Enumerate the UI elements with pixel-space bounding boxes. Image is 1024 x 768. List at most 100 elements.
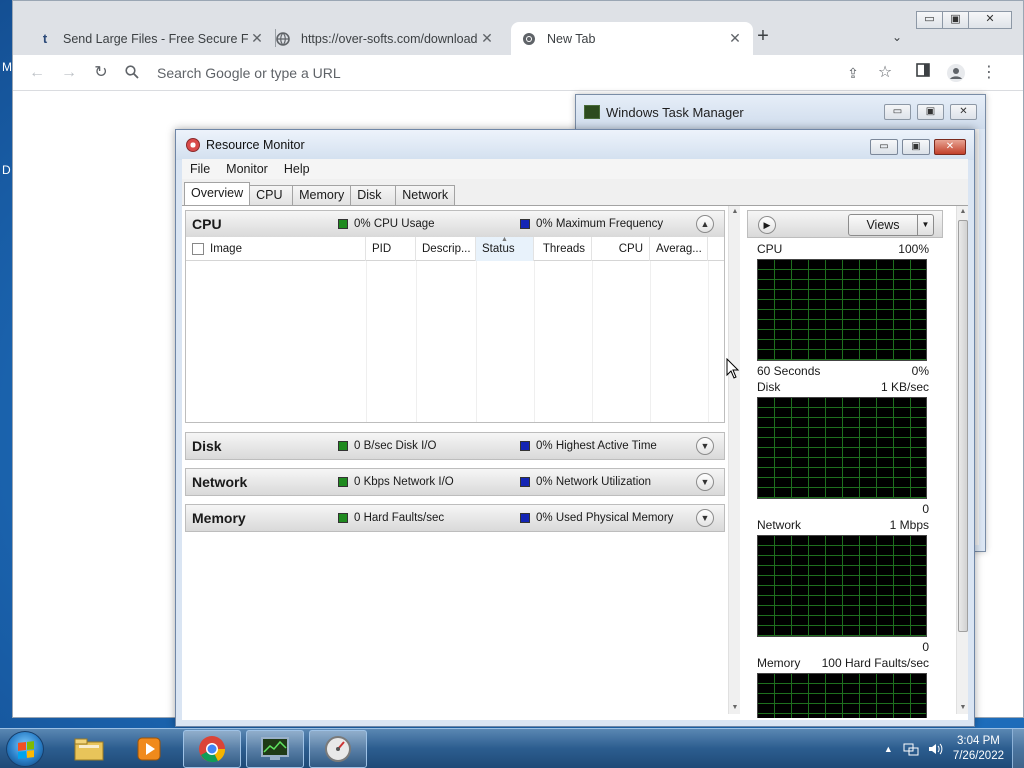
browser-tab[interactable]: t Send Large Files - Free Secure Fil ✕ bbox=[27, 22, 275, 55]
tab-search-button[interactable]: ⌄ bbox=[885, 25, 909, 49]
blue-swatch-icon bbox=[520, 441, 530, 451]
taskbar-explorer[interactable] bbox=[60, 730, 118, 768]
clock-time: 3:04 PM bbox=[957, 735, 1000, 747]
legend-blue: 0% Maximum Frequency bbox=[520, 218, 663, 230]
show-hidden-icons-icon[interactable]: ▲ bbox=[884, 744, 893, 754]
chevron-up-icon[interactable]: ▲ bbox=[696, 215, 714, 233]
green-swatch-icon bbox=[338, 219, 348, 229]
close-icon[interactable]: ✕ bbox=[479, 30, 495, 47]
network-section-header[interactable]: Network 0 Kbps Network I/O 0% Network Ut… bbox=[185, 468, 725, 496]
close-button[interactable]: ✕ bbox=[934, 139, 966, 155]
cpu-section-header[interactable]: CPU 0% CPU Usage 0% Maximum Frequency ▲ bbox=[185, 210, 725, 238]
column-image[interactable]: Image bbox=[186, 237, 366, 261]
minimize-button[interactable]: ▭ bbox=[884, 104, 911, 120]
maximize-button[interactable]: ▣ bbox=[942, 11, 969, 29]
menu-file[interactable]: File bbox=[182, 162, 218, 176]
bookmark-star-icon[interactable]: ☆ bbox=[875, 63, 895, 83]
blue-swatch-icon bbox=[520, 477, 530, 487]
taskbar-resource-monitor[interactable] bbox=[309, 730, 367, 768]
graph-max: 100% bbox=[898, 242, 929, 256]
left-pane-scrollbar[interactable]: ▲ ▼ bbox=[728, 206, 740, 714]
forward-icon[interactable]: → bbox=[59, 63, 79, 83]
memory-faults-text: 0 Hard Faults/sec bbox=[354, 512, 445, 524]
section-title: CPU bbox=[192, 216, 222, 232]
maximize-button[interactable]: ▣ bbox=[902, 139, 930, 155]
tab-disk[interactable]: Disk bbox=[350, 185, 397, 205]
reload-icon[interactable]: ↻ bbox=[91, 63, 111, 83]
omnibox[interactable]: Search Google or type a URL bbox=[121, 58, 881, 88]
column-average[interactable]: Averag... bbox=[650, 237, 708, 261]
side-panel-icon[interactable] bbox=[913, 63, 933, 83]
legend-blue: 0% Highest Active Time bbox=[520, 440, 657, 452]
desktop-icon-label[interactable]: M bbox=[2, 60, 12, 74]
scroll-up-icon[interactable]: ▲ bbox=[729, 206, 741, 218]
tab-network[interactable]: Network bbox=[395, 185, 456, 205]
chevron-down-icon[interactable]: ▼ bbox=[696, 473, 714, 491]
show-desktop-button[interactable] bbox=[1012, 729, 1024, 768]
graph-canvas bbox=[757, 259, 927, 361]
column-label: Image bbox=[210, 243, 242, 255]
graph-canvas bbox=[757, 397, 927, 499]
disk-section-header[interactable]: Disk 0 B/sec Disk I/O 0% Highest Active … bbox=[185, 432, 725, 460]
chevron-down-icon[interactable]: ▼ bbox=[696, 509, 714, 527]
resource-monitor-icon bbox=[325, 736, 351, 762]
column-threads[interactable]: Threads bbox=[534, 237, 592, 261]
tab-cpu[interactable]: CPU bbox=[249, 185, 294, 205]
graph-pane-scrollbar[interactable]: ▲ ▼ bbox=[956, 206, 968, 714]
scroll-up-icon[interactable]: ▲ bbox=[957, 206, 969, 218]
system-tray: ▲ 3:04 PM 7/26/2022 bbox=[884, 729, 1024, 768]
views-dropdown[interactable]: Views ▼ bbox=[848, 214, 934, 236]
column-pid[interactable]: PID bbox=[366, 237, 416, 261]
browser-tab[interactable]: https://over-softs.com/download ✕ bbox=[265, 22, 505, 55]
scroll-down-icon[interactable]: ▼ bbox=[729, 702, 741, 714]
volume-icon[interactable] bbox=[927, 741, 943, 757]
network-util-text: 0% Network Utilization bbox=[536, 476, 652, 488]
new-tab-button[interactable]: + bbox=[751, 25, 775, 49]
tab-memory[interactable]: Memory bbox=[292, 185, 352, 205]
minimize-button[interactable]: ▭ bbox=[870, 139, 898, 155]
taskbar-task-manager[interactable] bbox=[246, 730, 304, 768]
back-icon[interactable]: ← bbox=[27, 63, 47, 83]
menu-help[interactable]: Help bbox=[276, 162, 318, 176]
more-menu-icon[interactable]: ⋮ bbox=[979, 63, 999, 83]
graph-time-span: 60 Seconds bbox=[757, 364, 821, 378]
tab-title: New Tab bbox=[547, 31, 596, 46]
scroll-thumb[interactable] bbox=[958, 220, 968, 632]
chevron-right-icon[interactable]: ▶ bbox=[758, 216, 776, 234]
chevron-down-icon[interactable]: ▼ bbox=[696, 437, 714, 455]
column-description[interactable]: Descrip... bbox=[416, 237, 476, 261]
tab-title: Send Large Files - Free Secure Fil bbox=[63, 31, 249, 46]
column-status[interactable]: ▲ Status bbox=[476, 236, 534, 261]
memory-section-header[interactable]: Memory 0 Hard Faults/sec 0% Used Physica… bbox=[185, 504, 725, 532]
cpu-process-table: Image PID Descrip... ▲ Status Threads CPU… bbox=[185, 236, 725, 423]
graph-min: 0 bbox=[922, 502, 929, 516]
browser-tab-active[interactable]: New Tab ✕ bbox=[511, 22, 753, 55]
tab-overview[interactable]: Overview bbox=[184, 182, 251, 205]
close-button[interactable]: ✕ bbox=[968, 11, 1012, 29]
task-manager-icon bbox=[584, 105, 600, 119]
share-icon[interactable]: ⇪ bbox=[843, 63, 863, 83]
taskbar-media-player[interactable] bbox=[120, 730, 178, 768]
close-icon[interactable]: ✕ bbox=[727, 30, 743, 47]
green-swatch-icon bbox=[338, 441, 348, 451]
clock[interactable]: 3:04 PM 7/26/2022 bbox=[953, 734, 1004, 764]
dropdown-arrow-icon: ▼ bbox=[917, 215, 933, 235]
window-title: Windows Task Manager bbox=[606, 104, 744, 120]
taskbar-chrome[interactable] bbox=[183, 730, 241, 768]
desktop-icon-label[interactable]: D bbox=[2, 163, 11, 177]
select-all-checkbox[interactable] bbox=[192, 242, 204, 255]
start-button[interactable] bbox=[6, 731, 44, 767]
cpu-graph: CPU 100% 60 Seconds 0% bbox=[757, 242, 929, 380]
minimize-button[interactable]: ▭ bbox=[916, 11, 943, 29]
menu-monitor[interactable]: Monitor bbox=[218, 162, 276, 176]
resource-monitor-titlebar[interactable]: Resource Monitor bbox=[176, 130, 974, 160]
legend-blue: 0% Network Utilization bbox=[520, 476, 651, 488]
maximize-button[interactable]: ▣ bbox=[917, 104, 944, 120]
close-button[interactable]: ✕ bbox=[950, 104, 977, 120]
column-cpu[interactable]: CPU bbox=[592, 237, 650, 261]
scroll-down-icon[interactable]: ▼ bbox=[957, 702, 969, 714]
close-icon[interactable]: ✕ bbox=[249, 30, 265, 47]
green-swatch-icon bbox=[338, 513, 348, 523]
profile-avatar-icon[interactable] bbox=[946, 63, 966, 83]
network-icon[interactable] bbox=[903, 741, 919, 757]
